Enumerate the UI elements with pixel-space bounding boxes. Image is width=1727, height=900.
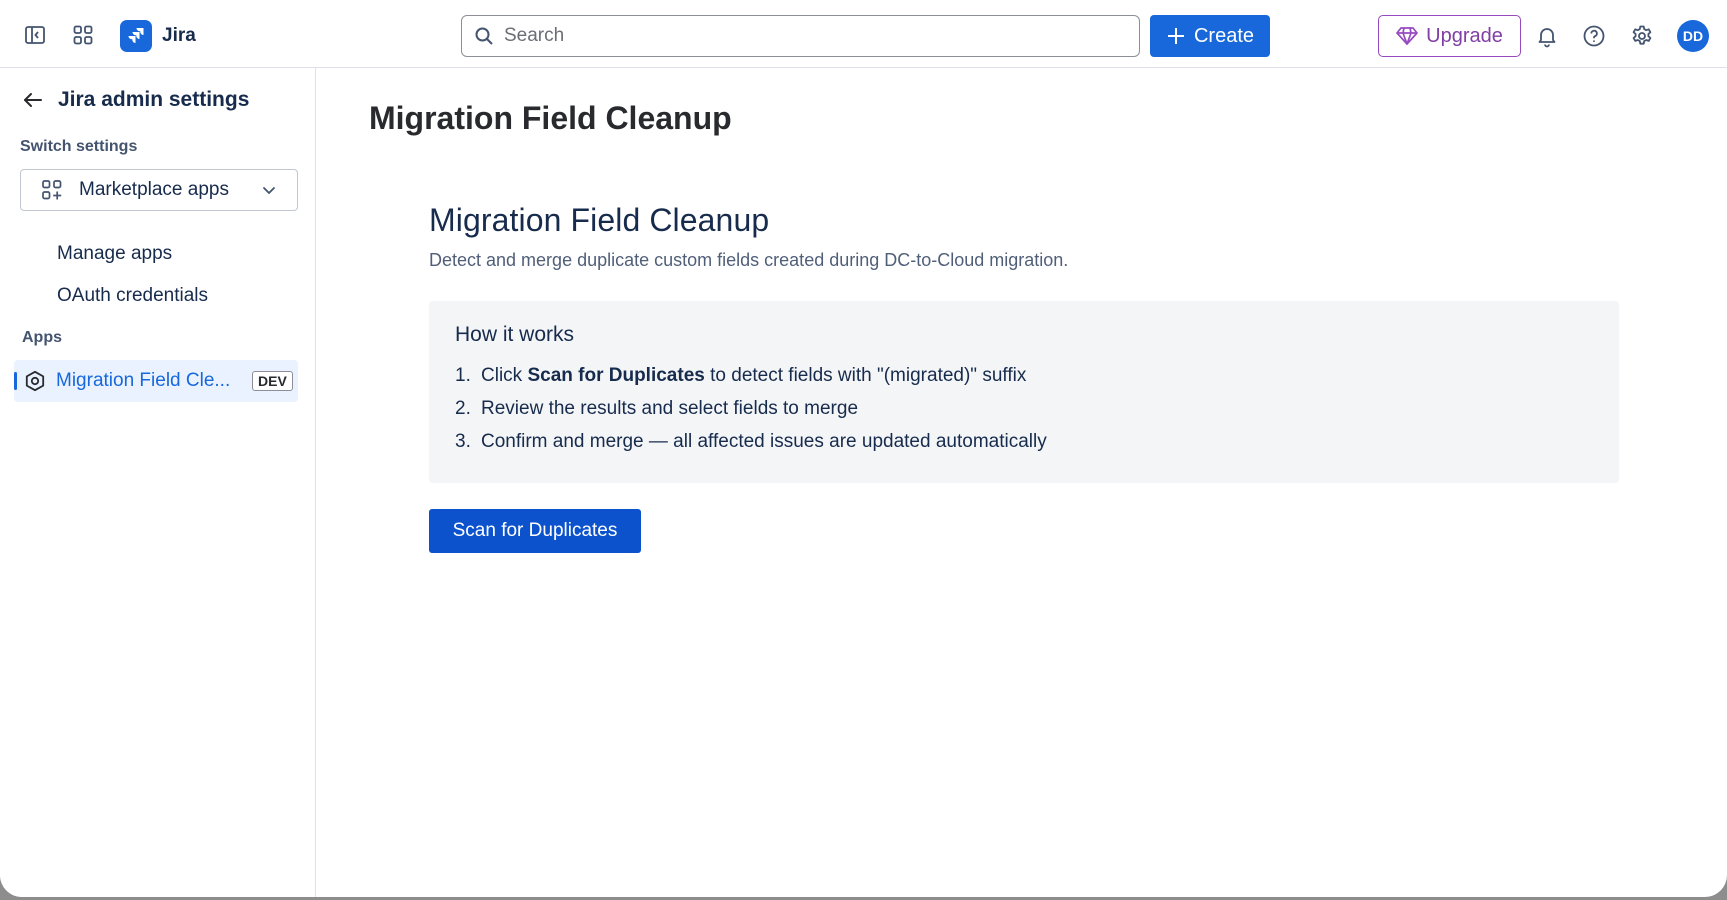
active-indicator — [14, 372, 17, 390]
settings-gear-icon[interactable] — [1624, 18, 1660, 54]
help-icon[interactable] — [1576, 18, 1612, 54]
search-icon — [475, 27, 493, 45]
search-box[interactable] — [461, 15, 1140, 57]
app-switcher-icon[interactable] — [65, 17, 101, 53]
how-it-works-title: How it works — [455, 323, 575, 346]
step-3: 3. Confirm and merge — all affected issue… — [455, 431, 1047, 452]
create-button[interactable]: Create — [1150, 15, 1270, 57]
how-it-works-panel: How it works 1. Click Scan for Duplicates… — [429, 301, 1619, 483]
sidebar-title: Jira admin settings — [58, 88, 250, 111]
switch-settings-dropdown[interactable]: Marketplace apps — [20, 169, 298, 211]
create-button-label: Create — [1193, 24, 1255, 47]
jira-logo[interactable]: Jira — [120, 20, 196, 52]
step-2: 2. Review the results and select fields t… — [455, 398, 859, 419]
sidebar-item-migration-field-cleanup[interactable]: Migration Field Cle... DEV — [14, 360, 298, 402]
admin-sidebar: Jira admin settings Switch settings Mark… — [0, 68, 316, 897]
app-title: Migration Field Cleanup — [429, 202, 770, 238]
arrow-left-icon — [24, 93, 42, 107]
jira-logo-icon — [120, 20, 152, 52]
main-content: Migration Field Cleanup Migration Field … — [317, 68, 1727, 897]
step-1: 1. Click Scan for Duplicates to detect fi… — [455, 365, 1027, 386]
sidebar-item-oauth-credentials[interactable]: OAuth credentials — [57, 285, 208, 307]
notifications-bell-icon[interactable] — [1529, 18, 1565, 54]
upgrade-button-label: Upgrade — [1426, 24, 1503, 47]
upgrade-button[interactable]: Upgrade — [1378, 15, 1521, 57]
app-hexagon-icon — [25, 370, 45, 392]
switch-settings-label: Switch settings — [20, 138, 138, 155]
chevron-down-icon — [263, 187, 275, 195]
app-window: Jira Create Upgrade — [0, 0, 1727, 897]
scan-for-duplicates-button[interactable]: Scan for Duplicates — [429, 509, 641, 553]
app-description: Detect and merge duplicate custom fields… — [429, 250, 1069, 270]
apps-add-icon — [42, 180, 62, 200]
top-navigation-bar: Jira Create Upgrade — [0, 0, 1727, 68]
dev-badge: DEV — [252, 371, 293, 391]
page-title: Migration Field Cleanup — [369, 100, 732, 136]
sidebar-toggle-icon[interactable] — [17, 17, 53, 53]
back-to-admin-settings[interactable]: Jira admin settings — [22, 88, 249, 112]
gem-icon — [1396, 27, 1418, 45]
user-avatar[interactable]: DD — [1677, 20, 1709, 52]
app-item-label: Migration Field Cle... — [56, 370, 231, 391]
app-name: Jira — [162, 25, 196, 46]
sidebar-item-manage-apps[interactable]: Manage apps — [57, 243, 172, 265]
plus-icon — [1167, 28, 1184, 44]
switch-settings-value: Marketplace apps — [79, 179, 229, 200]
apps-section-label: Apps — [22, 329, 62, 346]
how-it-works-steps: 1. Click Scan for Duplicates to detect fi… — [455, 359, 1593, 458]
search-input[interactable] — [504, 16, 1139, 56]
